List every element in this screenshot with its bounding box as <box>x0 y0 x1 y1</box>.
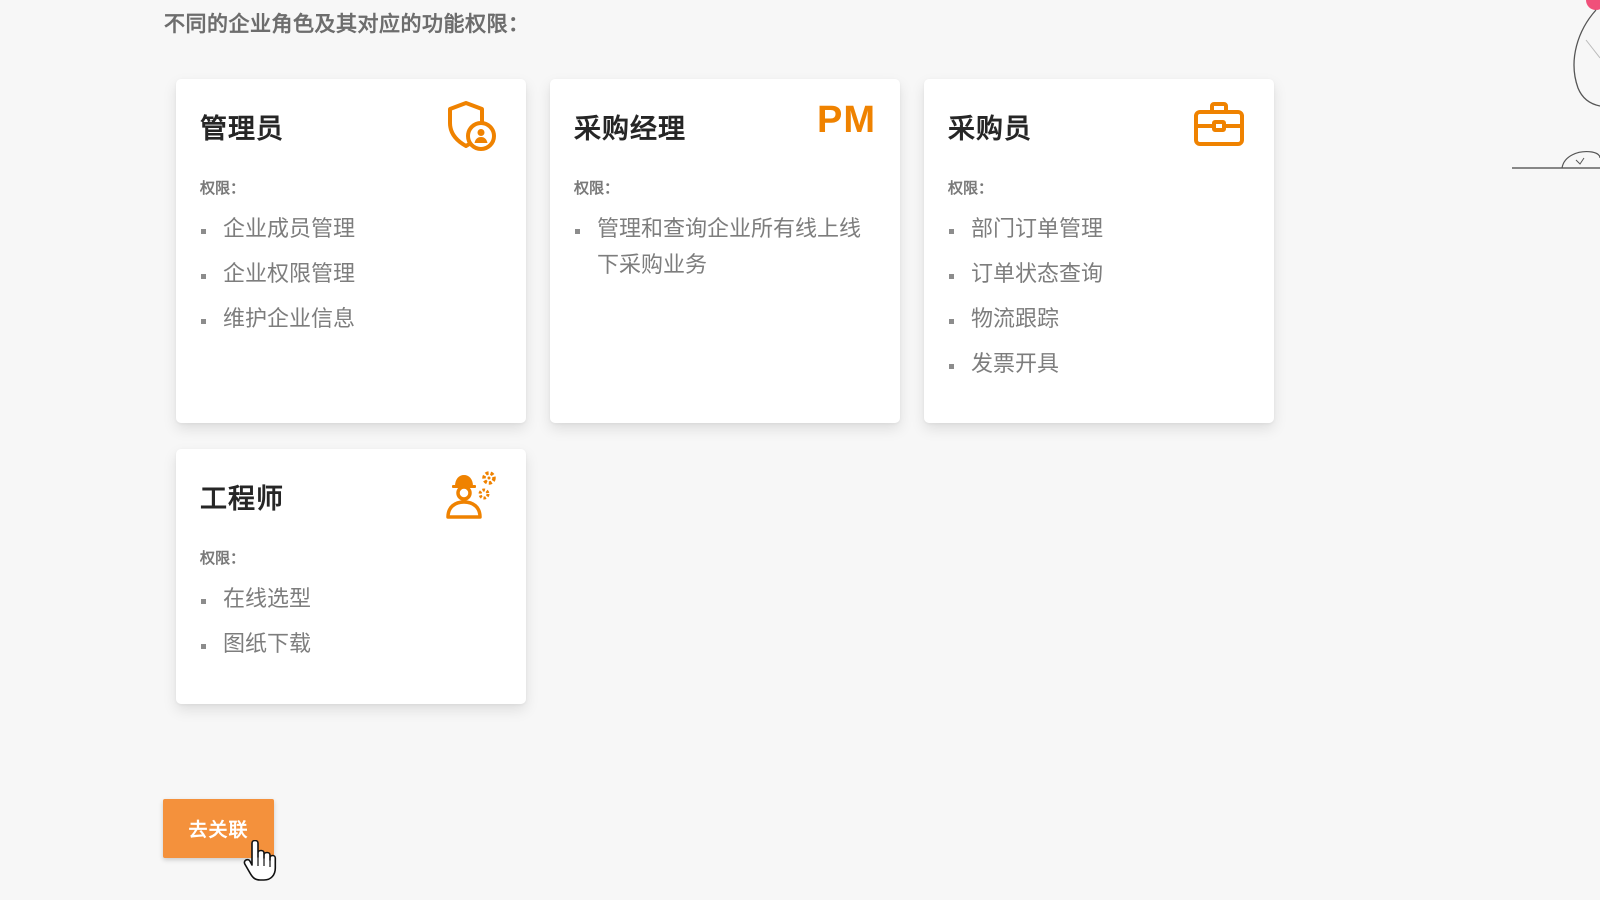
permission-list: 部门订单管理 订单状态查询 物流跟踪 发票开具 <box>948 212 1250 383</box>
list-item: 图纸下载 <box>200 627 502 663</box>
list-item: 管理和查询企业所有线上线下采购业务 <box>574 212 876 284</box>
role-title: 工程师 <box>200 484 284 515</box>
hand-pointer-cursor-icon <box>243 840 277 881</box>
briefcase-icon <box>1194 102 1244 146</box>
shield-user-icon <box>448 101 496 151</box>
permission-list: 在线选型 图纸下载 <box>200 582 502 663</box>
permission-list: 企业成员管理 企业权限管理 维护企业信息 <box>200 212 502 338</box>
role-card-engineer: 工程师 权限： 在线选型 图纸下载 <box>176 449 526 704</box>
role-card-purchase-manager: 采购经理 PM 权限： 管理和查询企业所有线上线下采购业务 <box>550 79 900 423</box>
list-item: 订单状态查询 <box>948 257 1250 293</box>
role-title: 管理员 <box>200 114 284 145</box>
permission-label: 权限： <box>200 549 246 567</box>
list-item: 发票开具 <box>948 347 1250 383</box>
permission-list: 管理和查询企业所有线上线下采购业务 <box>574 212 876 284</box>
role-title: 采购经理 <box>574 114 686 145</box>
permission-label: 权限： <box>574 179 620 197</box>
role-card-purchaser: 采购员 权限： 部门订单管理 订单状态查询 物流跟踪 发票开具 <box>924 79 1274 423</box>
list-item: 物流跟踪 <box>948 302 1250 338</box>
pm-badge-icon: PM <box>817 99 876 141</box>
permission-label: 权限： <box>948 179 994 197</box>
list-item: 企业权限管理 <box>200 257 502 293</box>
page: 不同的企业角色及其对应的功能权限： 管理员 权限： 企业成员管理 企业权限管理 … <box>0 0 1600 900</box>
role-card-admin: 管理员 权限： 企业成员管理 企业权限管理 维护企业信息 <box>176 79 526 423</box>
list-item: 企业成员管理 <box>200 212 502 248</box>
role-title: 采购员 <box>948 114 1032 145</box>
corner-decoration <box>1512 0 1600 169</box>
list-item: 维护企业信息 <box>200 302 502 338</box>
list-item: 部门订单管理 <box>948 212 1250 248</box>
list-item: 在线选型 <box>200 582 502 618</box>
section-intro-text: 不同的企业角色及其对应的功能权限： <box>164 12 530 36</box>
engineer-gear-icon <box>446 471 496 519</box>
permission-label: 权限： <box>200 179 246 197</box>
